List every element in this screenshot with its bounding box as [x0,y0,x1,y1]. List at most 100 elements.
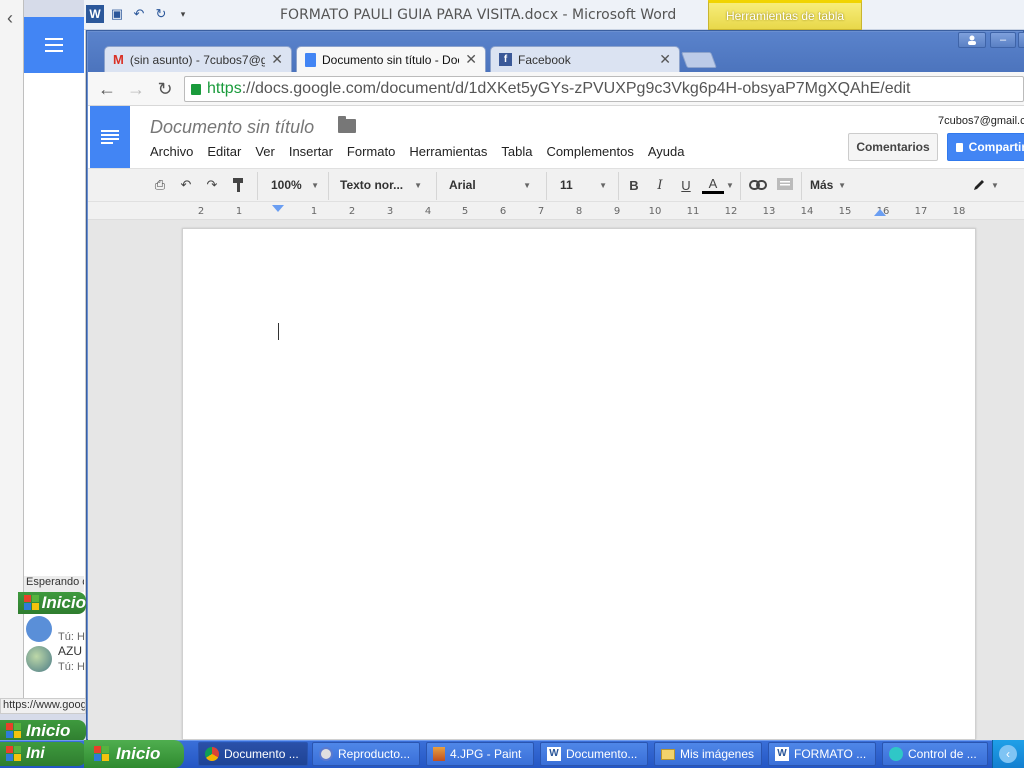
taskbar-item-chrome[interactable]: Documento ... [198,742,308,766]
tab-facebook[interactable]: f Facebook ✕ [490,46,680,72]
redo-icon[interactable]: ↷ [202,175,222,195]
font-value: Arial [449,178,476,192]
ruler-tick: 7 [537,206,545,217]
chevron-down-icon[interactable]: ▼ [990,175,1000,195]
document-page[interactable] [182,228,976,740]
menu-ver[interactable]: Ver [255,144,275,159]
underline-button[interactable]: U [676,175,696,195]
style-value: Texto nor... [340,178,404,192]
taskbar-item-word[interactable]: W Documento... [540,742,648,766]
word-icon: W [547,747,561,761]
paint-icon [433,747,445,761]
style-select[interactable]: Texto nor... ▼ [340,175,424,195]
word-app-icon[interactable]: W [86,5,104,23]
user-email[interactable]: 7cubos7@gmail.co [938,115,1024,127]
status-url: https://www.goog [0,698,86,714]
word-window-title: FORMATO PAULI GUIA PARA VISITA.docx - Mi… [280,7,677,23]
menu-tabla[interactable]: Tabla [501,144,532,159]
font-select[interactable]: Arial ▼ [449,175,533,195]
comments-button[interactable]: Comentarios [848,133,938,161]
taskbar-item-label: FORMATO ... [794,747,867,761]
taskbar-item-control[interactable]: Control de ... [882,742,988,766]
left-indent-marker[interactable] [272,205,284,212]
menu-insertar[interactable]: Insertar [289,144,333,159]
menu-ayuda[interactable]: Ayuda [648,144,685,159]
toolbar-separator [257,172,258,200]
close-tab-icon[interactable]: ✕ [271,51,283,68]
zoom-value: 100% [271,178,302,192]
redo-icon[interactable]: ↻ [152,5,170,23]
customize-toolbar-icon[interactable]: ▾ [174,5,192,23]
ruler-tick: 6 [499,206,507,217]
italic-button[interactable]: I [650,175,670,195]
taskbar-item-label: Reproducto... [338,747,411,761]
control-icon [889,747,903,761]
menu-editar[interactable]: Editar [207,144,241,159]
taskbar-item-media-player[interactable]: Reproducto... [312,742,420,766]
new-tab-button[interactable] [681,52,717,68]
table-tools-tab[interactable]: Herramientas de tabla [708,0,862,30]
menu-herramientas[interactable]: Herramientas [409,144,487,159]
minimize-button[interactable]: – [990,32,1016,48]
ruler-tick: 3 [386,206,394,217]
more-select[interactable]: Más ▼ [810,175,848,195]
undo-icon[interactable]: ↶ [176,175,196,195]
hamburger-menu-icon[interactable] [24,17,84,73]
maximize-button[interactable] [1018,32,1024,48]
media-player-icon [319,747,333,761]
tray-chevron-icon: ‹ [999,745,1017,763]
contact-item[interactable]: AZU Tú: H [26,644,85,680]
ruler-tick: 1 [235,206,243,217]
windows-flag-icon [24,595,39,611]
ruler-tick: 2 [348,206,356,217]
undo-icon[interactable]: ↶ [130,5,148,23]
paint-format-icon[interactable] [229,175,249,195]
forward-icon[interactable]: → [125,78,147,100]
docs-home-icon[interactable] [90,106,130,168]
font-size-value: 11 [560,178,573,192]
toolbar-separator [436,172,437,200]
user-profile-icon[interactable] [958,32,986,48]
text-color-button[interactable]: A [700,175,726,195]
folder-icon[interactable] [338,116,356,133]
windows-flag-icon [6,746,22,762]
ruler-tick: 17 [914,206,928,217]
address-bar[interactable]: https://docs.google.com/document/d/1dXKe… [184,76,1024,102]
taskbar-item-label: Documento ... [224,747,299,761]
ghost-start-button: Inicio [0,720,86,742]
url-scheme: https [207,80,242,97]
close-tab-icon[interactable]: ✕ [465,51,477,68]
ruler-tick: 18 [952,206,966,217]
taskbar-item-word[interactable]: W FORMATO ... [768,742,876,766]
start-button[interactable]: Inicio [84,740,184,768]
print-icon[interactable]: ⎙ [150,175,170,195]
font-size-select[interactable]: 11 ▼ [560,175,609,195]
menu-archivo[interactable]: Archivo [150,144,193,159]
chevron-down-icon: ▼ [311,180,319,190]
folder-icon [661,748,675,760]
menu-complementos[interactable]: Complementos [546,144,633,159]
contact-name: AZU [58,644,82,658]
save-icon[interactable]: ▣ [108,5,126,23]
taskbar-item-folder[interactable]: Mis imágenes [654,742,762,766]
chevron-down-icon: ▼ [599,180,607,190]
right-indent-marker[interactable] [874,209,886,216]
tab-docs[interactable]: Documento sin título - Docum ✕ [296,46,486,72]
bold-button[interactable]: B [624,175,644,195]
zoom-select[interactable]: 100% ▼ [271,175,321,195]
tab-gmail[interactable]: M (sin asunto) - 7cubos7@gmail ✕ [104,46,292,72]
share-button[interactable]: Compartir [947,133,1024,161]
chevron-down-icon[interactable]: ▼ [726,175,734,195]
reload-icon[interactable]: ↻ [154,78,176,100]
more-label: Más [810,178,834,192]
pencil-icon[interactable] [970,175,988,195]
back-arrow-icon[interactable]: ‹ [0,8,20,29]
close-tab-icon[interactable]: ✕ [659,51,671,68]
document-title[interactable]: Documento sin título [150,117,314,138]
system-tray[interactable]: ‹ [992,740,1024,768]
back-icon[interactable]: ← [96,78,118,100]
comment-icon[interactable] [775,175,795,195]
taskbar-item-paint[interactable]: 4.JPG - Paint [426,742,534,766]
menu-formato[interactable]: Formato [347,144,395,159]
link-icon[interactable] [747,175,769,195]
